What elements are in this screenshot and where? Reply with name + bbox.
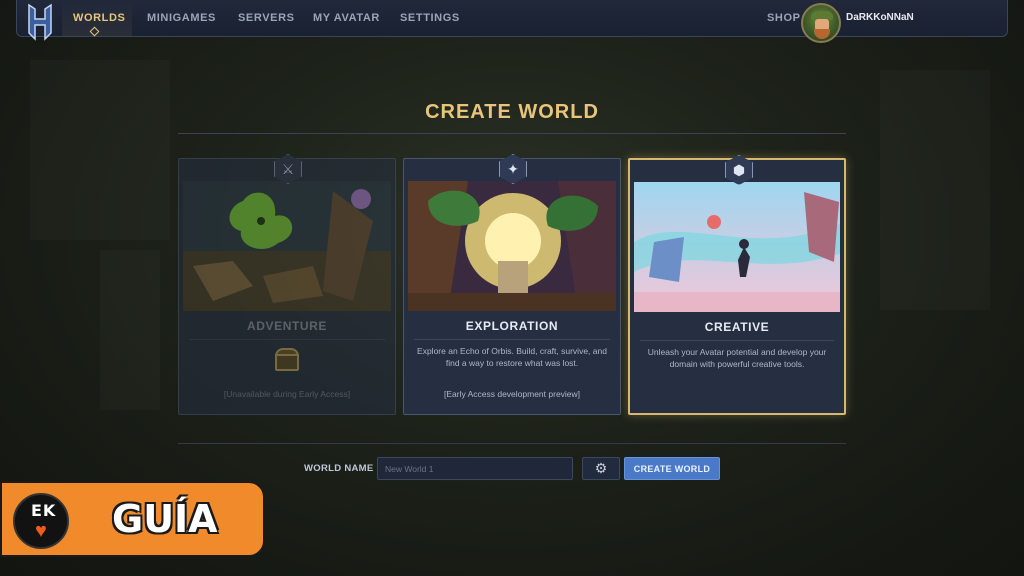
nav-shop-link[interactable]: SHOP: [767, 12, 801, 24]
exploration-artwork: [408, 181, 616, 311]
cube-icon: ⬢: [725, 155, 753, 185]
ek-logo-text: EK: [31, 501, 57, 520]
guide-label: GUÍA: [112, 497, 218, 541]
avatar[interactable]: [801, 3, 841, 43]
game-logo-icon[interactable]: [25, 3, 55, 41]
ek-logo: EK ♥: [13, 493, 69, 549]
adventure-artwork: [183, 181, 391, 311]
heart-icon: ♥: [35, 520, 47, 542]
divider: [640, 340, 834, 341]
swords-icon: ⚔: [274, 154, 302, 184]
card-title: EXPLORATION: [465, 319, 559, 333]
card-description: Unleash your Avatar potential and develo…: [647, 347, 827, 369]
compass-icon: ✦: [499, 154, 527, 184]
card-description: Explore an Echo of Orbis. Build, craft, …: [417, 346, 607, 368]
gear-icon: ⚙: [594, 460, 608, 476]
nav-tab-my-avatar[interactable]: MY AVATAR: [313, 12, 380, 24]
mode-card-adventure: ⚔ ADVENTURE [Unavailable during Early Ac…: [178, 154, 396, 415]
divider: [414, 339, 610, 340]
world-name-input[interactable]: [377, 457, 573, 480]
create-world-button[interactable]: CREATE WORLD: [624, 457, 720, 480]
nav-tab-minigames[interactable]: MINIGAMES: [147, 12, 216, 24]
card-note: [Unavailable during Early Access]: [223, 389, 351, 399]
username[interactable]: DaRKKoNNaN: [846, 12, 914, 23]
background-scenery: [30, 60, 170, 240]
card-title: ADVENTURE: [246, 319, 328, 333]
mode-card-creative[interactable]: ⬢ CREATIVE Unleash your Avatar potential…: [628, 155, 846, 415]
chest-icon: [275, 348, 299, 371]
divider: [189, 339, 385, 340]
top-nav: WORLDS MINIGAMES SERVERS MY AVATAR SETTI…: [16, 0, 1008, 43]
nav-tab-servers[interactable]: SERVERS: [238, 12, 295, 24]
background-scenery: [100, 250, 160, 410]
nav-tab-settings[interactable]: SETTINGS: [400, 12, 460, 24]
nav-tab-worlds[interactable]: WORLDS: [73, 12, 125, 24]
creative-artwork: [634, 182, 840, 312]
mode-card-exploration[interactable]: ✦ EXPLORATION Explore an Echo of Orbis. …: [403, 154, 621, 415]
world-settings-button[interactable]: ⚙: [582, 457, 620, 480]
card-title: CREATIVE: [704, 320, 770, 334]
divider: [178, 133, 846, 134]
divider: [178, 443, 846, 444]
card-note: [Early Access development preview]: [443, 389, 581, 399]
guide-banner: EK ♥ GUÍA: [0, 481, 265, 557]
page-title: CREATE WORLD: [425, 101, 599, 123]
world-name-label: WORLD NAME: [304, 463, 374, 474]
